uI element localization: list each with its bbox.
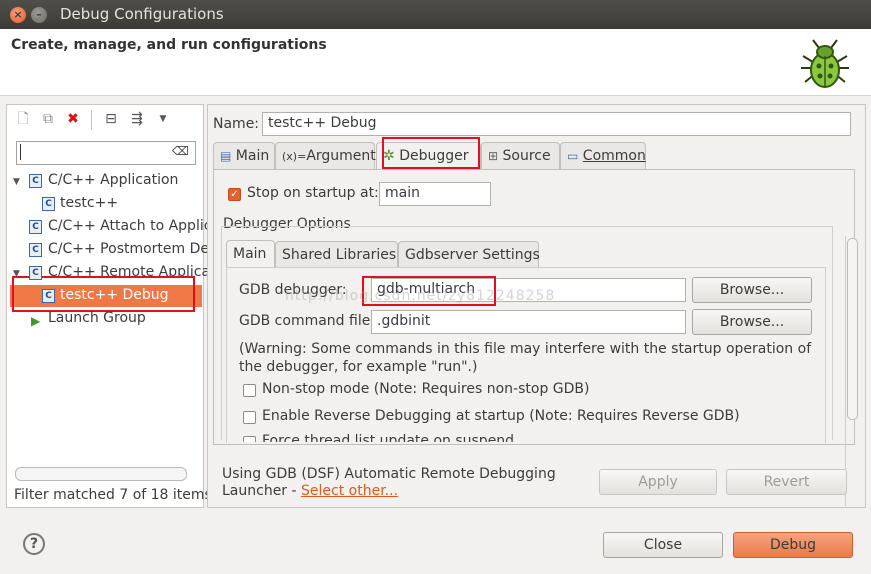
browse-gdb-button[interactable]: Browse... xyxy=(692,277,812,303)
tab-common[interactable]: ▭ Common xyxy=(560,142,646,169)
tree-item-launch-group[interactable]: Launch Group xyxy=(48,310,146,326)
expand-icon[interactable]: ▼ xyxy=(13,269,20,279)
filter-input[interactable]: ⌫ xyxy=(16,141,196,165)
tree-item-cpp-attach[interactable]: C/C++ Attach to Applic xyxy=(48,218,211,234)
stop-on-startup-label: Stop on startup at: xyxy=(247,185,379,201)
collapse-all-icon[interactable]: ⊟ xyxy=(103,111,119,127)
duplicate-config-icon[interactable]: ⧉ xyxy=(40,111,56,127)
launcher-text: Using GDB (DSF) Automatic Remote Debuggi… xyxy=(222,466,556,482)
filter-config-icon[interactable]: ⇶ xyxy=(129,111,145,127)
tab-main[interactable]: ▤ Main xyxy=(213,142,275,169)
force-thread-update-label: Force thread list update on suspend xyxy=(262,433,515,442)
launcher-text-2: Launcher - Select other... xyxy=(222,483,399,499)
tree-item-cpp-application[interactable]: C/C++ Application xyxy=(48,172,178,188)
warning-text: (Warning: Some commands in this file may… xyxy=(239,341,812,375)
gdb-command-file-input[interactable]: .gdbinit xyxy=(371,310,686,334)
revert-button[interactable]: Revert xyxy=(726,469,847,495)
name-label: Name: xyxy=(213,116,260,132)
header-title: Create, manage, and run configurations xyxy=(11,37,327,53)
configuration-list-pane: 🗋 ⧉ ✖ ⊟ ⇶ ▼ ⌫ ▼ C C/C++ Application C te… xyxy=(6,104,218,508)
name-input[interactable]: testc++ Debug xyxy=(262,112,851,136)
reverse-debugging-label: Enable Reverse Debugging at startup (Not… xyxy=(262,408,740,424)
subtab-gdbserver-settings[interactable]: Gdbserver Settings xyxy=(398,241,540,267)
tree-item-cpp-remote[interactable]: C/C++ Remote Applicat xyxy=(48,264,216,276)
view-menu-icon[interactable]: ▼ xyxy=(155,111,171,127)
minimize-window-button[interactable]: – xyxy=(31,7,47,23)
tab-source[interactable]: ⊞ Source xyxy=(481,142,560,169)
configuration-detail-pane: Name: testc++ Debug ▤ Main (x)=Arguments… xyxy=(207,104,866,508)
vertical-scroll-thumb[interactable] xyxy=(847,238,858,420)
cpp-attach-icon: C xyxy=(29,220,42,234)
stop-on-startup-checkbox[interactable]: ✓ xyxy=(228,188,241,201)
cpp-remote-icon: C xyxy=(29,266,42,280)
stop-on-startup-input[interactable]: main xyxy=(379,182,491,206)
select-other-link[interactable]: Select other... xyxy=(301,483,398,499)
tree-item-cpp-postmortem[interactable]: C/C++ Postmortem Deb xyxy=(48,241,218,257)
vertical-scrollbar[interactable] xyxy=(845,236,858,506)
tree-item-testc-debug[interactable]: testc++ Debug xyxy=(60,287,169,303)
config-icon: C xyxy=(42,197,55,211)
new-config-icon[interactable]: 🗋 xyxy=(15,111,31,127)
clear-filter-icon[interactable]: ⌫ xyxy=(172,144,189,158)
highlight-box-debugger-tab xyxy=(382,137,480,169)
expand-icon[interactable]: ▼ xyxy=(13,177,20,187)
debugger-tab-content: ✓ Stop on startup at: main Debugger Opti… xyxy=(213,169,858,506)
subtab-main[interactable]: Main xyxy=(226,240,275,267)
non-stop-checkbox[interactable] xyxy=(243,384,256,397)
reverse-debugging-checkbox[interactable] xyxy=(243,411,256,424)
filter-status: Filter matched 7 of 18 items xyxy=(14,487,212,503)
horizontal-scrollbar[interactable] xyxy=(15,467,187,481)
force-thread-row: Force thread list update on suspend xyxy=(228,432,748,442)
close-button[interactable]: Close xyxy=(603,532,723,558)
tab-arguments[interactable]: (x)=Arguments xyxy=(275,142,383,169)
gdb-command-file-label: GDB command file: xyxy=(239,313,376,329)
tree-item-testc[interactable]: testc++ xyxy=(60,195,118,211)
debug-button[interactable]: Debug xyxy=(733,532,853,558)
non-stop-label: Non-stop mode (Note: Requires non-stop G… xyxy=(262,381,590,397)
delete-config-icon[interactable]: ✖ xyxy=(65,111,81,127)
close-window-button[interactable]: × xyxy=(10,7,26,23)
dialog-header: Create, manage, and run configurations xyxy=(0,29,871,96)
config-icon: C xyxy=(42,289,55,303)
force-thread-update-checkbox[interactable] xyxy=(243,436,256,442)
title-bar: × – Debug Configurations xyxy=(0,0,871,29)
browse-command-file-button[interactable]: Browse... xyxy=(692,309,812,335)
window-title: Debug Configurations xyxy=(60,5,224,23)
help-icon[interactable]: ? xyxy=(23,533,45,555)
subtab-shared-libraries[interactable]: Shared Libraries xyxy=(275,241,398,267)
watermark-text: http://blog.csdn.net/zy812248258 xyxy=(285,288,556,304)
launch-group-icon: ▶ xyxy=(31,314,41,328)
cpp-app-icon: C xyxy=(29,174,42,188)
bug-icon xyxy=(801,39,849,88)
apply-button[interactable]: Apply xyxy=(599,469,717,495)
cpp-postmortem-icon: C xyxy=(29,243,42,257)
